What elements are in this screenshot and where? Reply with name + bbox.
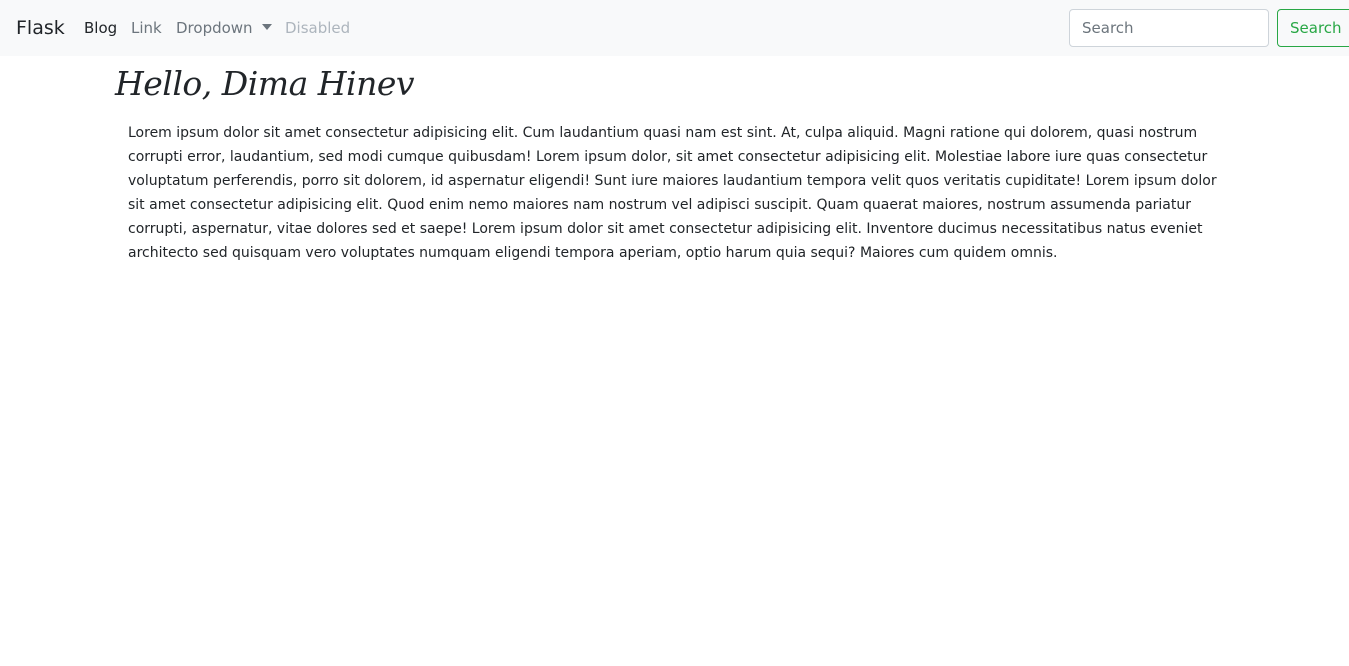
caret-down-icon [261, 24, 272, 30]
nav-link-disabled: Disabled [285, 19, 351, 37]
body-paragraph: Lorem ipsum dolor sit amet consectetur a… [128, 125, 1217, 261]
brand-link[interactable]: Flask [16, 16, 65, 40]
nav-link-blog[interactable]: Blog [84, 18, 117, 38]
nav-dropdown-toggle[interactable]: Dropdown [176, 18, 272, 38]
search-input[interactable] [1069, 9, 1269, 47]
nav-link-link[interactable]: Link [131, 18, 162, 38]
navbar: Flask Blog Link Dropdown Disabled Search [0, 0, 1349, 56]
search-button[interactable]: Search [1277, 9, 1349, 47]
page-title: Hello, Dima Hinev [115, 64, 415, 103]
nav-dropdown-label: Dropdown [176, 19, 253, 37]
